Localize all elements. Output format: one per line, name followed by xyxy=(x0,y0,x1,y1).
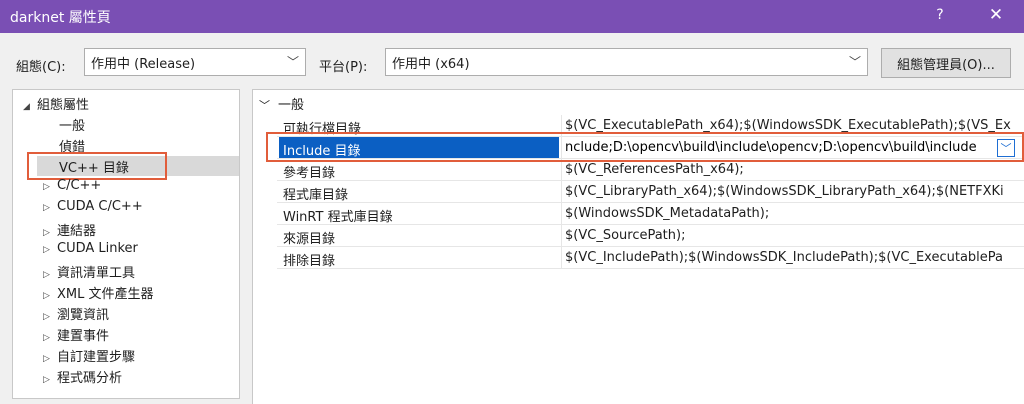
tree-item-build-events[interactable]: ▷ 建置事件 xyxy=(43,325,109,345)
tree-item-cuda-linker[interactable]: ▷ CUDA Linker xyxy=(43,241,138,261)
property-value[interactable]: $(WindowsSDK_MetadataPath); xyxy=(565,206,1021,221)
tree-item-cuda-c-cpp[interactable]: ▷ CUDA C/C++ xyxy=(43,199,143,219)
configuration-row: 組態(C): 作用中 (Release) ﹀ 平台(P): 作用中 (x64) … xyxy=(0,33,1024,89)
property-name: 參考目錄 xyxy=(283,166,336,181)
property-value[interactable]: $(VC_ReferencesPath_x64); xyxy=(565,162,1021,177)
chevron-down-icon: ﹀ xyxy=(848,55,861,69)
configuration-dropdown[interactable]: 作用中 (Release) ﹀ xyxy=(84,48,306,76)
tree-item-configuration-properties[interactable]: ◢ 組態屬性 xyxy=(23,94,89,114)
tree-item-custom-build-step[interactable]: ▷ 自訂建置步驟 xyxy=(43,346,135,366)
configuration-label: 組態(C): xyxy=(16,60,66,75)
expand-arrow-icon[interactable]: ▷ xyxy=(43,375,57,385)
property-grid: ﹀ 一般 可執行檔目錄 $(VC_ExecutablePath_x64);$(Wi… xyxy=(252,89,1024,404)
tree-item-browse-information[interactable]: ▷ 瀏覽資訊 xyxy=(43,304,109,324)
tree-item-manifest-tool[interactable]: ▷ 資訊清單工具 xyxy=(43,262,135,282)
expand-arrow-icon[interactable]: ▷ xyxy=(43,354,57,364)
platform-value: 作用中 (x64) xyxy=(392,57,470,72)
property-value[interactable]: $(VC_ExecutablePath_x64);$(WindowsSDK_Ex… xyxy=(565,118,1021,133)
property-name: 排除目錄 xyxy=(283,254,336,269)
expand-arrow-icon[interactable]: ▷ xyxy=(43,270,57,280)
close-button[interactable]: ✕ xyxy=(984,5,1008,25)
expand-arrow-icon[interactable]: ▷ xyxy=(43,182,57,192)
property-row-library-directories[interactable]: 程式庫目錄 $(VC_LibraryPath_x64);$(WindowsSDK… xyxy=(277,181,1024,203)
platform-label: 平台(P): xyxy=(319,60,368,75)
expand-arrow-icon[interactable]: ▷ xyxy=(43,291,57,301)
expand-arrow-icon[interactable]: ▷ xyxy=(43,203,57,213)
property-row-source-directories[interactable]: 來源目錄 $(VC_SourcePath); xyxy=(277,225,1024,247)
platform-dropdown[interactable]: 作用中 (x64) ﹀ xyxy=(385,48,868,76)
window-title: darknet 屬性頁 xyxy=(10,9,111,26)
property-tree: ◢ 組態屬性 一般 偵錯 VC++ 目錄 ▷ C/C++ ▷ CUDA C/C++ ▷… xyxy=(12,89,240,399)
chevron-down-icon[interactable]: ﹀ xyxy=(259,99,270,112)
highlight-box-tree xyxy=(27,152,167,180)
configuration-manager-button[interactable]: 組態管理員(O)... xyxy=(881,48,1011,78)
configuration-value: 作用中 (Release) xyxy=(91,57,196,72)
property-value[interactable]: $(VC_SourcePath); xyxy=(565,228,1021,243)
highlight-box-include-row xyxy=(266,132,1024,162)
expand-arrow-icon[interactable]: ▷ xyxy=(43,245,57,255)
section-header-general[interactable]: ﹀ 一般 xyxy=(259,94,304,113)
tree-item-c-cpp[interactable]: ▷ C/C++ xyxy=(43,178,101,198)
chevron-down-icon: ﹀ xyxy=(286,55,299,69)
property-name: 來源目錄 xyxy=(283,232,336,247)
expand-arrow-icon[interactable]: ▷ xyxy=(43,312,57,322)
property-row-exclude-directories[interactable]: 排除目錄 $(VC_IncludePath);$(WindowsSDK_Incl… xyxy=(277,247,1024,269)
property-row-winrt-library-directories[interactable]: WinRT 程式庫目錄 $(WindowsSDK_MetadataPath); xyxy=(277,203,1024,225)
collapse-arrow-icon[interactable]: ◢ xyxy=(23,102,37,112)
property-name: WinRT 程式庫目錄 xyxy=(283,210,393,225)
title-bar: darknet 屬性頁 ? ✕ xyxy=(0,0,1024,33)
property-name: 程式庫目錄 xyxy=(283,188,349,203)
expand-arrow-icon[interactable]: ▷ xyxy=(43,333,57,343)
property-value[interactable]: $(VC_IncludePath);$(WindowsSDK_IncludePa… xyxy=(565,250,1021,265)
expand-arrow-icon[interactable]: ▷ xyxy=(43,228,57,238)
tree-item-general[interactable]: 一般 xyxy=(59,115,85,135)
tree-item-linker[interactable]: ▷ 連結器 xyxy=(43,220,96,240)
tree-item-code-analysis[interactable]: ▷ 程式碼分析 xyxy=(43,367,122,387)
tree-item-xml-document-generator[interactable]: ▷ XML 文件產生器 xyxy=(43,283,154,303)
property-value[interactable]: $(VC_LibraryPath_x64);$(WindowsSDK_Libra… xyxy=(565,184,1021,199)
help-button[interactable]: ? xyxy=(930,7,950,23)
property-row-reference-directories[interactable]: 參考目錄 $(VC_ReferencesPath_x64); xyxy=(277,159,1024,181)
